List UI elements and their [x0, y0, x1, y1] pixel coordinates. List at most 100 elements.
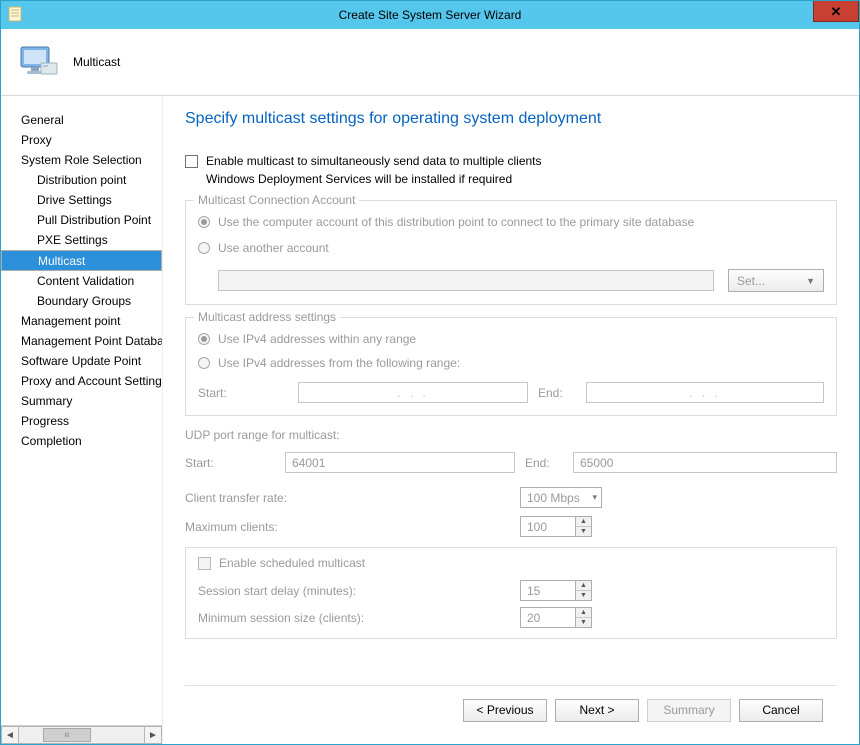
content-pane: Specify multicast settings for operating…	[163, 96, 859, 744]
spinner-up-icon[interactable]: ▲	[576, 608, 591, 618]
sidebar-items: GeneralProxySystem Role SelectionDistrib…	[1, 110, 162, 725]
conn-radio-computer-account[interactable]	[198, 216, 210, 228]
session-delay-row: Session start delay (minutes): 15 ▲▼	[198, 580, 824, 601]
sidebar: GeneralProxySystem Role SelectionDistrib…	[1, 96, 163, 744]
spinner-buttons[interactable]: ▲▼	[576, 580, 592, 601]
window-title: Create Site System Server Wizard	[1, 8, 859, 22]
min-session-spinner[interactable]: 20 ▲▼	[520, 607, 592, 628]
min-session-row: Minimum session size (clients): 20 ▲▼	[198, 607, 824, 628]
addr-range-grid: Start: . . . End: . . .	[198, 382, 824, 403]
session-delay-label: Session start delay (minutes):	[198, 584, 520, 598]
sidebar-item-pxe-settings[interactable]: PXE Settings	[1, 230, 162, 250]
sidebar-item-management-point-database[interactable]: Management Point Database	[1, 331, 162, 351]
conn-set-button[interactable]: Set... ▼	[728, 269, 824, 292]
page-title: Specify multicast settings for operating…	[185, 110, 837, 128]
sidebar-item-proxy-and-account-settings[interactable]: Proxy and Account Settings	[1, 371, 162, 391]
scheduled-multicast-checkbox[interactable]	[198, 557, 211, 570]
transfer-rate-label: Client transfer rate:	[185, 491, 520, 505]
wizard-window: Create Site System Server Wizard ✕ Multi…	[0, 0, 860, 745]
sidebar-item-drive-settings[interactable]: Drive Settings	[1, 190, 162, 210]
cancel-button[interactable]: Cancel	[739, 699, 823, 722]
summary-button[interactable]: Summary	[647, 699, 731, 722]
scheduled-checkbox-row: Enable scheduled multicast	[198, 556, 824, 570]
scroll-left-button[interactable]: ◄	[1, 726, 19, 744]
udp-range-label: UDP port range for multicast:	[185, 428, 837, 442]
wizard-header: Multicast	[1, 29, 859, 96]
udp-start-input[interactable]: 64001	[285, 452, 515, 473]
sidebar-item-system-role-selection[interactable]: System Role Selection	[1, 150, 162, 170]
chevron-down-icon: ▼	[806, 276, 815, 286]
addr-radio-following-label: Use IPv4 addresses from the following ra…	[218, 356, 460, 370]
sidebar-item-boundary-groups[interactable]: Boundary Groups	[1, 291, 162, 311]
addr-end-input[interactable]: . . .	[586, 382, 824, 403]
computer-icon	[17, 41, 59, 83]
max-clients-spinner[interactable]: 100 ▲▼	[520, 516, 592, 537]
wizard-footer: < Previous Next > Summary Cancel	[185, 685, 837, 734]
enable-multicast-label: Enable multicast to simultaneously send …	[206, 154, 542, 168]
sidebar-item-progress[interactable]: Progress	[1, 411, 162, 431]
conn-opt-another-row: Use another account	[198, 241, 824, 255]
conn-opt-computer-row: Use the computer account of this distrib…	[198, 215, 824, 229]
sidebar-item-multicast[interactable]: Multicast	[1, 250, 162, 271]
udp-start-label: Start:	[185, 456, 285, 470]
addr-start-input[interactable]: . . .	[298, 382, 528, 403]
sidebar-item-management-point[interactable]: Management point	[1, 311, 162, 331]
session-delay-value: 15	[520, 580, 576, 601]
spinner-buttons[interactable]: ▲▼	[576, 516, 592, 537]
sidebar-item-completion[interactable]: Completion	[1, 431, 162, 451]
multicast-address-group: Multicast address settings Use IPv4 addr…	[185, 317, 837, 416]
titlebar: Create Site System Server Wizard ✕	[1, 1, 859, 29]
spinner-down-icon[interactable]: ▼	[576, 591, 591, 600]
transfer-rate-select[interactable]: 100 Mbps ▾	[520, 487, 602, 508]
udp-end-label: End:	[515, 456, 573, 470]
sidebar-item-general[interactable]: General	[1, 110, 162, 130]
close-icon: ✕	[831, 5, 842, 18]
addr-radio-following-range[interactable]	[198, 357, 210, 369]
connection-group-legend: Multicast Connection Account	[194, 193, 359, 207]
sidebar-item-summary[interactable]: Summary	[1, 391, 162, 411]
address-group-legend: Multicast address settings	[194, 310, 340, 324]
sidebar-item-distribution-point[interactable]: Distribution point	[1, 170, 162, 190]
spinner-buttons[interactable]: ▲▼	[576, 607, 592, 628]
sidebar-item-content-validation[interactable]: Content Validation	[1, 271, 162, 291]
enable-multicast-row: Enable multicast to simultaneously send …	[185, 154, 837, 168]
wizard-body: GeneralProxySystem Role SelectionDistrib…	[1, 96, 859, 744]
scheduled-multicast-group: Enable scheduled multicast Session start…	[185, 547, 837, 639]
conn-radio-another-label: Use another account	[218, 241, 329, 255]
scroll-thumb[interactable]	[43, 728, 91, 742]
addr-opt-any-row: Use IPv4 addresses within any range	[198, 332, 824, 346]
sidebar-item-pull-distribution-point[interactable]: Pull Distribution Point	[1, 210, 162, 230]
conn-account-input[interactable]	[218, 270, 714, 291]
spinner-down-icon[interactable]: ▼	[576, 527, 591, 536]
spinner-down-icon[interactable]: ▼	[576, 618, 591, 627]
min-session-label: Minimum session size (clients):	[198, 611, 520, 625]
chevron-down-icon: ▾	[592, 492, 597, 503]
sidebar-item-software-update-point[interactable]: Software Update Point	[1, 351, 162, 371]
previous-button[interactable]: < Previous	[463, 699, 547, 722]
enable-multicast-note: Windows Deployment Services will be inst…	[206, 172, 837, 186]
udp-end-input[interactable]: 65000	[573, 452, 837, 473]
conn-radio-another-account[interactable]	[198, 242, 210, 254]
scroll-right-button[interactable]: ►	[144, 726, 162, 744]
spinner-up-icon[interactable]: ▲	[576, 517, 591, 527]
next-button[interactable]: Next >	[555, 699, 639, 722]
spinner-up-icon[interactable]: ▲	[576, 581, 591, 591]
min-session-value: 20	[520, 607, 576, 628]
transfer-rate-row: Client transfer rate: 100 Mbps ▾	[185, 487, 837, 508]
session-delay-spinner[interactable]: 15 ▲▼	[520, 580, 592, 601]
enable-multicast-checkbox[interactable]	[185, 155, 198, 168]
app-icon	[7, 5, 23, 23]
addr-radio-any-label: Use IPv4 addresses within any range	[218, 332, 416, 346]
addr-radio-any-range[interactable]	[198, 333, 210, 345]
scroll-track[interactable]	[19, 726, 144, 744]
scheduled-multicast-label: Enable scheduled multicast	[219, 556, 365, 570]
close-button[interactable]: ✕	[813, 1, 859, 22]
addr-start-label: Start:	[198, 386, 298, 400]
sidebar-hscrollbar[interactable]: ◄ ►	[1, 725, 162, 744]
max-clients-value: 100	[520, 516, 576, 537]
conn-radio-computer-label: Use the computer account of this distrib…	[218, 215, 694, 229]
multicast-connection-group: Multicast Connection Account Use the com…	[185, 200, 837, 305]
header-label: Multicast	[73, 55, 120, 69]
sidebar-item-proxy[interactable]: Proxy	[1, 130, 162, 150]
transfer-rate-value: 100 Mbps	[527, 491, 580, 505]
